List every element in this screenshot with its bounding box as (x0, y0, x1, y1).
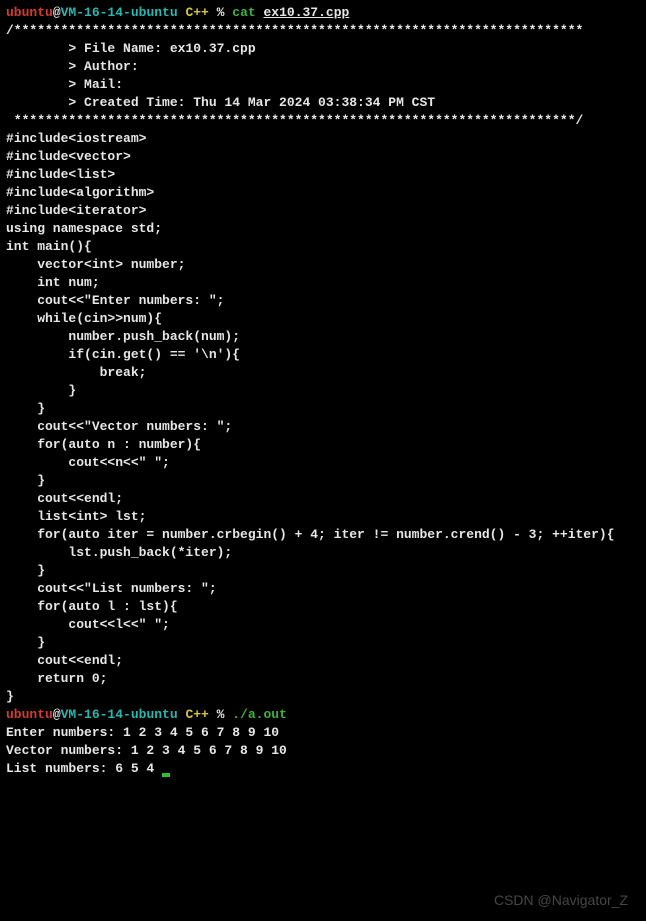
code-line: for(auto iter = number.crbegin() + 4; it… (6, 526, 640, 544)
output-text: List numbers: 6 5 4 (6, 761, 154, 776)
prompt-user: ubuntu (6, 707, 53, 722)
code-line: for(auto l : lst){ (6, 598, 640, 616)
code-line: #include<list> (6, 166, 640, 184)
code-line: > Author: (6, 58, 640, 76)
prompt-host: VM-16-14-ubuntu (61, 707, 178, 722)
code-line: cout<<"List numbers: "; (6, 580, 640, 598)
code-line: using namespace std; (6, 220, 640, 238)
code-line: > Created Time: Thu 14 Mar 2024 03:38:34… (6, 94, 640, 112)
code-line: > File Name: ex10.37.cpp (6, 40, 640, 58)
terminal-cursor (162, 773, 170, 777)
code-line: if(cin.get() == '\n'){ (6, 346, 640, 364)
output-line: Enter numbers: 1 2 3 4 5 6 7 8 9 10 (6, 724, 640, 742)
code-line: return 0; (6, 670, 640, 688)
code-line: #include<iostream> (6, 130, 640, 148)
code-line: number.push_back(num); (6, 328, 640, 346)
code-line: ****************************************… (6, 112, 640, 130)
code-line: /***************************************… (6, 22, 640, 40)
code-line: break; (6, 364, 640, 382)
code-line: } (6, 562, 640, 580)
prompt-sep: % (217, 5, 233, 20)
code-line: lst.push_back(*iter); (6, 544, 640, 562)
command-run: ./a.out (232, 707, 287, 722)
prompt-at: @ (53, 707, 61, 722)
code-line: cout<<endl; (6, 490, 640, 508)
command-arg-file: ex10.37.cpp (264, 5, 350, 20)
prompt-sep: % (217, 707, 233, 722)
code-line: #include<algorithm> (6, 184, 640, 202)
code-line: } (6, 400, 640, 418)
code-line: #include<iterator> (6, 202, 640, 220)
command-cat: cat (232, 5, 263, 20)
code-line: cout<<"Enter numbers: "; (6, 292, 640, 310)
prompt-dir: C++ (178, 5, 217, 20)
output-line: Vector numbers: 1 2 3 4 5 6 7 8 9 10 (6, 742, 640, 760)
output-line: List numbers: 6 5 4 (6, 760, 640, 778)
prompt-at: @ (53, 5, 61, 20)
code-line: #include<vector> (6, 148, 640, 166)
code-line: } (6, 688, 640, 706)
code-line: while(cin>>num){ (6, 310, 640, 328)
prompt-user: ubuntu (6, 5, 53, 20)
code-line: } (6, 382, 640, 400)
code-line: vector<int> number; (6, 256, 640, 274)
code-line: int main(){ (6, 238, 640, 256)
prompt-line-1[interactable]: ubuntu@VM-16-14-ubuntu C++ % cat ex10.37… (6, 4, 640, 22)
code-line: cout<<l<<" "; (6, 616, 640, 634)
watermark: CSDN @Navigator_Z (494, 891, 628, 909)
prompt-line-2[interactable]: ubuntu@VM-16-14-ubuntu C++ % ./a.out (6, 706, 640, 724)
code-line: cout<<"Vector numbers: "; (6, 418, 640, 436)
code-line: int num; (6, 274, 640, 292)
code-line: } (6, 472, 640, 490)
code-line: list<int> lst; (6, 508, 640, 526)
code-line: } (6, 634, 640, 652)
code-line: cout<<n<<" "; (6, 454, 640, 472)
prompt-host: VM-16-14-ubuntu (61, 5, 178, 20)
code-line: > Mail: (6, 76, 640, 94)
code-line: for(auto n : number){ (6, 436, 640, 454)
prompt-dir: C++ (178, 707, 217, 722)
code-line: cout<<endl; (6, 652, 640, 670)
